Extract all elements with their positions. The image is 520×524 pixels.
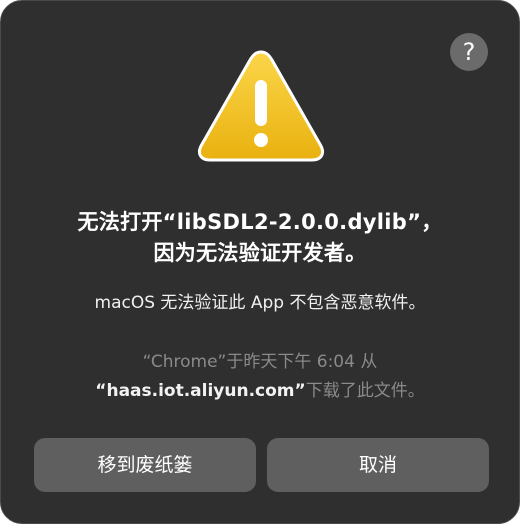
download-source-info: “Chrome”于昨天下午 6:04 从 “haas.iot.aliyun.co… — [21, 348, 499, 406]
move-to-trash-button[interactable]: 移到废纸篓 — [34, 438, 256, 492]
help-button[interactable]: ? — [450, 33, 488, 71]
dialog-title: 无法打开“libSDL2-2.0.0.dylib”， 因为无法验证开发者。 — [21, 207, 499, 269]
cancel-button[interactable]: 取消 — [267, 438, 489, 492]
title-line-2: 因为无法验证开发者。 — [153, 241, 367, 265]
title-line-1: 无法打开“libSDL2-2.0.0.dylib”， — [77, 210, 443, 234]
warning-triangle-icon — [197, 50, 325, 162]
source-host: “haas.iot.aliyun.com” — [95, 381, 306, 401]
gatekeeper-alert-dialog: ? 无法打开“libSDL2-2.0.0.dylib”， 因为无法验证开发者。 … — [0, 0, 520, 524]
source-line-2: “haas.iot.aliyun.com”下载了此文件。 — [21, 377, 499, 406]
question-mark-icon: ? — [462, 38, 476, 66]
dialog-message: macOS 无法验证此 App 不包含恶意软件。 — [94, 293, 426, 313]
source-suffix: 下载了此文件。 — [305, 381, 425, 401]
source-line-1: “Chrome”于昨天下午 6:04 从 — [142, 352, 378, 372]
